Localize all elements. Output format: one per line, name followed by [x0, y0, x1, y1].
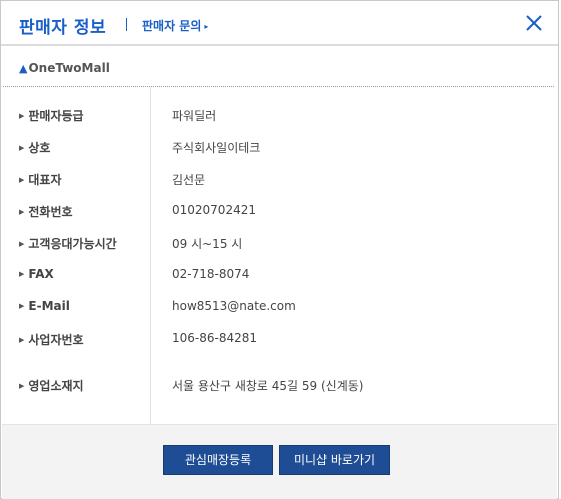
seller-info-popup: 판매자 정보 판매자 문의 ▸ ▲OneTwoMall ▶ 판매자등급 파워딜러 ▶… — [0, 0, 559, 499]
close-icon — [526, 15, 542, 31]
shop-name[interactable]: ▲OneTwoMall — [19, 61, 110, 75]
info-row-grade: ▶ 판매자등급 파워딜러 — [1, 105, 558, 125]
info-label: ▶ 전화번호 — [19, 203, 73, 220]
go-minishop-button[interactable]: 미니샵 바로가기 — [279, 445, 390, 475]
info-value: 01020702421 — [172, 203, 256, 217]
info-label-text: 상호 — [28, 141, 51, 155]
info-value: 02-718-8074 — [172, 267, 250, 281]
info-label: ▶ 고객응대가능시간 — [19, 235, 117, 252]
info-label-text: 대표자 — [28, 173, 62, 187]
info-value: 106-86-84281 — [172, 331, 258, 345]
info-label-text: 영업소재지 — [28, 379, 84, 393]
info-row-email: ▶ E-Mail how8513@nate.com — [1, 297, 558, 317]
popup-footer: 관심매장등록 미니샵 바로가기 — [2, 424, 557, 499]
info-row-company: ▶ 상호 주식회사일이테크 — [1, 137, 558, 157]
title-separator — [126, 18, 127, 31]
info-label-text: 고객응대가능시간 — [28, 237, 117, 251]
bullet-arrow-icon: ▶ — [19, 302, 25, 310]
shop-name-label: OneTwoMall — [28, 61, 110, 75]
bullet-arrow-icon: ▶ — [19, 382, 25, 390]
info-row-hours: ▶ 고객응대가능시간 09 시~15 시 — [1, 233, 558, 253]
bullet-arrow-icon: ▶ — [19, 112, 25, 120]
info-label-text: 전화번호 — [28, 205, 73, 219]
info-row-phone: ▶ 전화번호 01020702421 — [1, 201, 558, 221]
info-value: 09 시~15 시 — [172, 237, 243, 251]
info-label: ▶ FAX — [19, 267, 54, 281]
info-row-fax: ▶ FAX 02-718-8074 — [1, 265, 558, 285]
info-label-text: FAX — [28, 267, 54, 281]
seller-inquiry-link[interactable]: 판매자 문의 ▸ — [142, 17, 208, 34]
bullet-arrow-icon: ▶ — [19, 270, 25, 278]
info-row-business-number: ▶ 사업자번호 106-86-84281 — [1, 329, 558, 349]
info-value: 김선문 — [172, 173, 206, 187]
info-label: ▶ 대표자 — [19, 171, 62, 188]
info-label: ▶ 상호 — [19, 139, 50, 156]
bullet-arrow-icon: ▶ — [19, 208, 25, 216]
bullet-arrow-icon: ▶ — [19, 336, 25, 344]
bullet-arrow-icon: ▶ — [19, 144, 25, 152]
info-row-ceo: ▶ 대표자 김선문 — [1, 169, 558, 189]
bullet-arrow-icon: ▶ — [19, 240, 25, 248]
info-label-text: E-Mail — [28, 299, 70, 313]
info-label-text: 판매자등급 — [28, 109, 84, 123]
home-icon: ▲ — [19, 62, 28, 75]
info-label: ▶ 영업소재지 — [19, 377, 84, 394]
info-value: how8513@nate.com — [172, 299, 296, 313]
close-button[interactable] — [523, 12, 545, 34]
info-label-text: 사업자번호 — [28, 333, 84, 347]
add-favorite-shop-button[interactable]: 관심매장등록 — [163, 445, 273, 475]
arrow-right-icon: ▸ — [204, 22, 209, 31]
dotted-divider — [3, 86, 554, 87]
info-label: ▶ 사업자번호 — [19, 331, 84, 348]
info-row-address: ▶ 영업소재지 서울 용산구 새창로 45길 59 (신계동) — [1, 375, 558, 395]
info-value: 파워딜러 — [172, 109, 217, 123]
bullet-arrow-icon: ▶ — [19, 176, 25, 184]
info-value: 주식회사일이테크 — [172, 141, 261, 155]
seller-inquiry-label: 판매자 문의 — [142, 19, 202, 33]
popup-header: 판매자 정보 판매자 문의 ▸ — [1, 1, 558, 46]
popup-title: 판매자 정보 — [19, 18, 107, 38]
info-value: 서울 용산구 새창로 45길 59 (신계동) — [172, 379, 364, 393]
info-label: ▶ 판매자등급 — [19, 107, 84, 124]
info-label: ▶ E-Mail — [19, 299, 70, 313]
